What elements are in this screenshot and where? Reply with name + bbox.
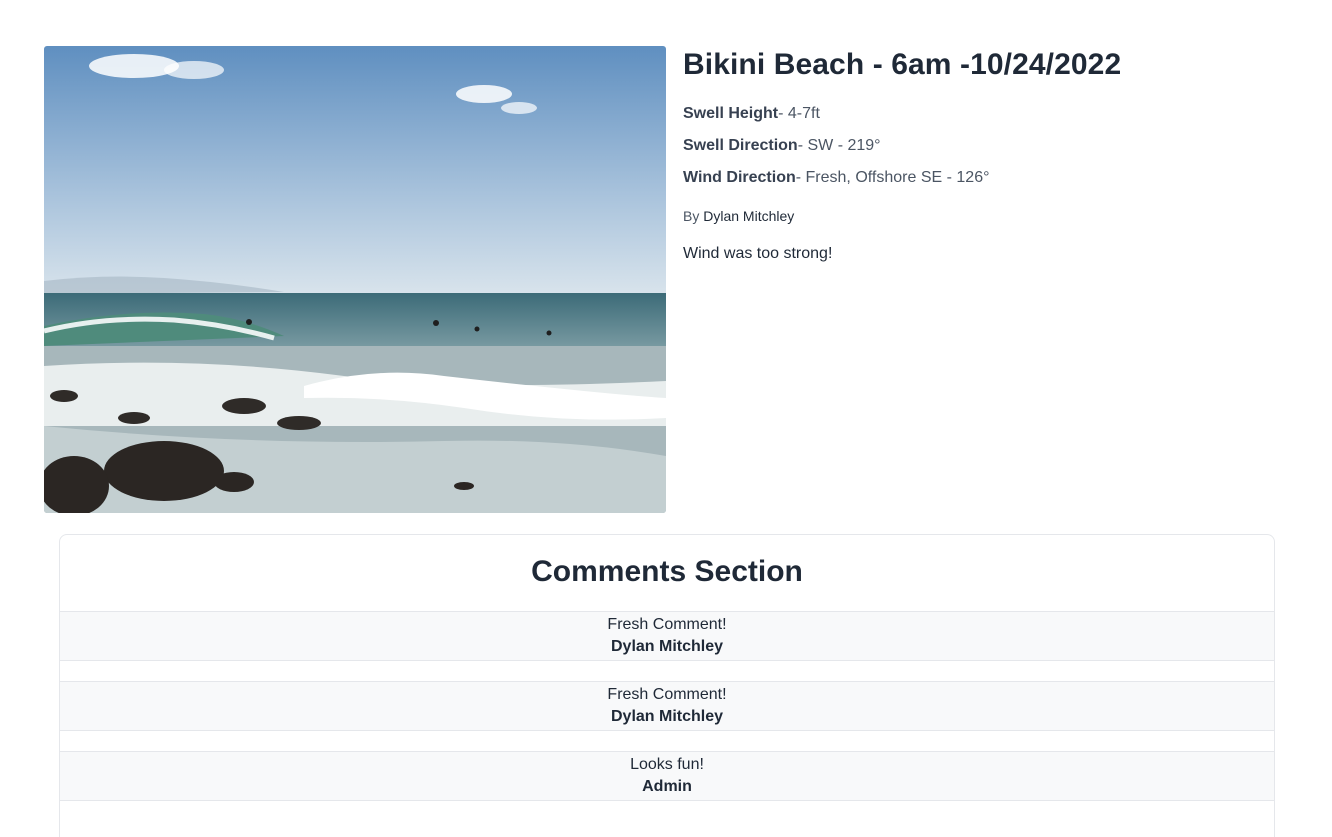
comment-item: Fresh Comment! Dylan Mitchley <box>60 681 1274 731</box>
comment-author: Dylan Mitchley <box>610 708 724 725</box>
session-note: Wind was too strong! <box>683 245 833 262</box>
page: Bikini Beach - 6am -10/24/2022 Swell Hei… <box>0 0 1332 837</box>
swell-direction-value: - SW - 219° <box>797 137 881 154</box>
wind-direction-value: - Fresh, Offshore SE - 126° <box>795 169 990 186</box>
swell-direction-label: Swell Direction <box>683 137 798 154</box>
comment-author: Admin <box>642 778 692 795</box>
comment-text: Fresh Comment! <box>607 686 727 703</box>
comment-author: Dylan Mitchley <box>610 638 724 655</box>
session-title: Bikini Beach - 6am -10/24/2022 <box>683 48 1122 81</box>
comment-item: Fresh Comment! Dylan Mitchley <box>60 611 1274 661</box>
comment-item: Looks fun! Admin <box>60 751 1274 801</box>
surf-photo <box>44 46 666 513</box>
session-details: Bikini Beach - 6am -10/24/2022 Swell Hei… <box>683 46 1303 262</box>
beach-image <box>44 46 666 513</box>
comments-section: Comments Section Fresh Comment! Dylan Mi… <box>59 534 1275 837</box>
swell-height-row: Swell Height- 4-7ft <box>683 104 820 124</box>
wind-direction-row: Wind Direction- Fresh, Offshore SE - 126… <box>683 168 989 188</box>
author-link[interactable]: Dylan Mitchley <box>703 208 794 224</box>
swell-height-value: - 4-7ft <box>778 105 820 122</box>
by-label: By <box>683 208 700 224</box>
byline: By Dylan Mitchley <box>683 208 794 224</box>
wind-direction-label: Wind Direction <box>683 169 796 186</box>
swell-height-label: Swell Height <box>683 105 779 122</box>
comment-text: Fresh Comment! <box>607 616 727 633</box>
swell-direction-row: Swell Direction- SW - 219° <box>683 136 881 156</box>
comments-title: Comments Section <box>531 555 803 588</box>
comment-text: Looks fun! <box>630 756 704 773</box>
